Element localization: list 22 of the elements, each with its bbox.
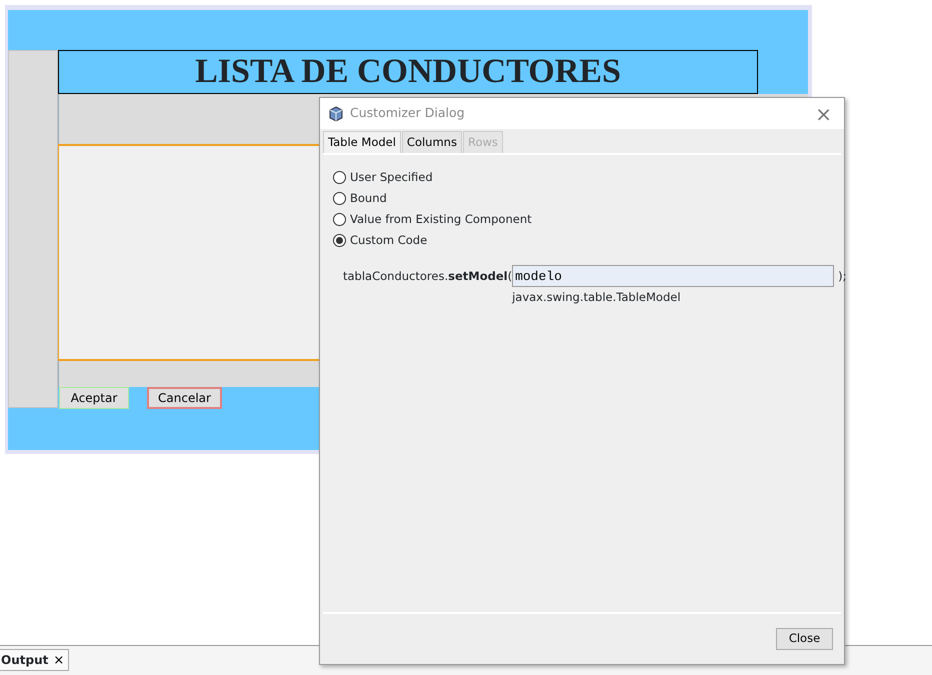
radio-button[interactable]: [333, 213, 346, 226]
output-tab[interactable]: Output ×: [0, 649, 70, 671]
radio-button[interactable]: [333, 192, 346, 206]
accept-button[interactable]: Aceptar: [59, 387, 129, 409]
form-title: LISTA DE CONDUCTORES: [58, 50, 758, 94]
cancel-button[interactable]: Cancelar: [147, 387, 222, 409]
code-input-field[interactable]: modelo: [512, 265, 834, 288]
cube-icon: [328, 106, 344, 122]
close-button[interactable]: Close: [776, 628, 833, 650]
radio-label[interactable]: Custom Code: [350, 232, 428, 250]
radio-label[interactable]: Bound: [350, 190, 387, 208]
radio-button[interactable]: [333, 171, 346, 184]
dialog-title: Customizer Dialog: [350, 104, 465, 122]
type-hint: javax.swing.table.TableModel: [512, 289, 682, 306]
tab[interactable]: Table Model: [323, 131, 401, 154]
tab[interactable]: Columns: [402, 131, 462, 154]
radio-label[interactable]: Value from Existing Component: [350, 211, 532, 228]
radio-label[interactable]: User Specified: [350, 169, 433, 186]
code-suffix: );: [838, 268, 846, 286]
code-prefix: tablaConductores.setModel(: [343, 268, 512, 286]
output-tab-label: Output: [1, 652, 48, 669]
radio-button[interactable]: [333, 234, 346, 248]
